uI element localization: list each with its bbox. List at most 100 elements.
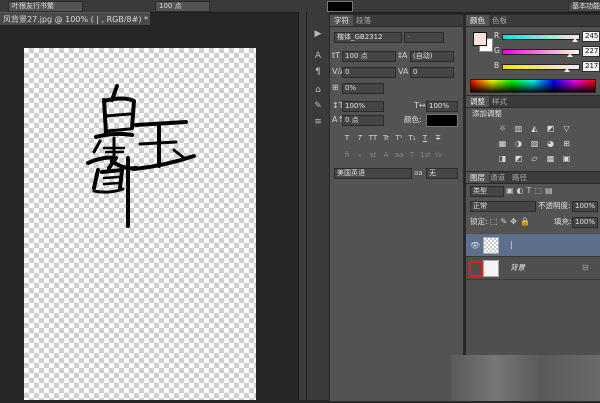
ligatures-button[interactable]: fi — [342, 150, 352, 160]
vertical-scale-field[interactable]: 100% — [342, 101, 384, 112]
small-caps-button[interactable]: Tr — [381, 133, 391, 143]
tab-swatches[interactable]: 色板 — [488, 15, 511, 26]
gradient-map-icon[interactable]: ▩ — [544, 153, 557, 164]
swash-button[interactable]: A — [381, 150, 391, 160]
tracking-icon: VA — [398, 67, 409, 76]
font-family-field[interactable]: 叶根友行书繁 — [8, 1, 83, 12]
hue-saturation-icon[interactable]: ▦ — [496, 138, 509, 149]
fractions-button[interactable]: ½ — [433, 150, 443, 160]
font-family-select[interactable]: 楷体_GB2312 — [334, 32, 402, 43]
threshold-icon[interactable]: ▱ — [528, 153, 541, 164]
color-balance-icon[interactable]: ◑ — [512, 138, 525, 149]
color-spectrum[interactable] — [470, 79, 596, 93]
tracking-field[interactable]: 0 — [410, 67, 454, 78]
horizontal-scale-field[interactable]: 100% — [426, 101, 458, 112]
selective-color-icon[interactable]: ▣ — [560, 153, 573, 164]
faux-italic-button[interactable]: T — [355, 133, 365, 143]
red-slider-thumb[interactable] — [571, 38, 578, 42]
layers-icon[interactable]: ≡ — [312, 116, 324, 128]
tsume-field[interactable]: 0% — [342, 83, 384, 94]
adjustments-panel-tabs: 调整 样式 — [466, 96, 600, 108]
text-style-buttons: T T TT Tr T¹ T₁ T T — [342, 133, 452, 144]
photo-filter-icon[interactable]: ◕ — [544, 138, 557, 149]
eye-icon[interactable]: 👁 — [470, 241, 480, 250]
history-icon[interactable]: ⌂ — [312, 84, 324, 96]
lock-options-icons[interactable]: ⬚✎✥🔒 — [490, 217, 533, 227]
text-color-swatch[interactable] — [327, 1, 353, 12]
lock-icon: ⊟ — [582, 263, 589, 272]
channel-mixer-icon[interactable]: ⊞ — [560, 138, 573, 149]
superscript-button[interactable]: T¹ — [394, 133, 404, 143]
paragraph-icon[interactable]: ¶ — [312, 66, 324, 78]
underline-button[interactable]: T — [420, 133, 430, 143]
layer-name[interactable]: 背景 — [510, 263, 525, 273]
text-icon[interactable]: A — [312, 50, 324, 62]
layer-filter-icons[interactable]: ▣◐T⬚▤ — [506, 186, 556, 196]
strikethrough-button[interactable]: T — [433, 133, 443, 143]
invert-icon[interactable]: ◨ — [496, 153, 509, 164]
green-label: G — [494, 46, 500, 55]
tab-paths[interactable]: 路径 — [508, 172, 531, 183]
canvas[interactable] — [24, 48, 256, 400]
play-icon[interactable]: ▶ — [312, 28, 324, 40]
tab-color[interactable]: 颜色 — [466, 15, 489, 26]
brush-icon[interactable]: ✎ — [312, 100, 324, 112]
curves-icon[interactable]: ◭ — [528, 123, 541, 134]
text-color-swatch[interactable] — [426, 114, 458, 127]
tab-styles[interactable]: 样式 — [488, 96, 511, 107]
levels-icon[interactable]: ▥ — [512, 123, 525, 134]
layers-list: 👁 | 背景 ⊟ — [451, 233, 600, 401]
exposure-icon[interactable]: ◩ — [544, 123, 557, 134]
blend-mode-select[interactable]: 正常 — [470, 201, 536, 212]
blue-value[interactable]: 217 — [582, 61, 600, 72]
layers-panel-tabs: 图层 通道 路径 — [466, 172, 600, 184]
tab-character[interactable]: 字符 — [330, 15, 353, 26]
brightness-contrast-icon[interactable]: ☼ — [496, 123, 509, 134]
titling-alternates-button[interactable]: T — [407, 150, 417, 160]
contextual-alternates-button[interactable]: ℴ — [355, 150, 365, 160]
antialias-icon: aa — [414, 169, 423, 177]
panel-footer-blur — [451, 355, 600, 401]
baseline-shift-field[interactable]: 0 点 — [342, 115, 384, 126]
tab-adjustments[interactable]: 调整 — [466, 96, 489, 107]
font-size-field[interactable]: 100 点 — [155, 1, 210, 12]
vibrance-icon[interactable]: ▽ — [560, 123, 573, 134]
all-caps-button[interactable]: TT — [368, 133, 378, 143]
workspace-button[interactable]: 基本功能 — [568, 1, 600, 12]
tab-paragraph[interactable]: 段落 — [352, 15, 375, 26]
layer-name[interactable]: | — [510, 240, 513, 250]
faux-bold-button[interactable]: T — [342, 133, 352, 143]
fill-label: 填充: — [554, 217, 572, 226]
fill-field[interactable]: 100% — [572, 217, 598, 228]
color-panel: 颜色 色板 R 245 G 227 B 217 — [465, 14, 600, 96]
character-panel-tabs: 字符 段落 — [330, 15, 463, 27]
antialias-select[interactable]: 无 — [426, 168, 458, 179]
ordinals-button[interactable]: 1st — [420, 150, 431, 160]
red-slider[interactable] — [502, 34, 580, 40]
red-value[interactable]: 245 — [582, 31, 600, 42]
language-select[interactable]: 美国英语 — [334, 168, 412, 179]
black-white-icon[interactable]: ▨ — [528, 138, 541, 149]
kerning-field[interactable]: 0 — [342, 67, 396, 78]
document-tab[interactable]: 风背景27.jpg @ 100% ( | , RGB/8#) * — [0, 12, 150, 26]
font-style-select[interactable]: - — [404, 32, 444, 43]
stylistic-alternates-button[interactable]: aa — [394, 150, 404, 160]
subscript-button[interactable]: T₁ — [407, 133, 417, 143]
tab-channels[interactable]: 通道 — [486, 172, 509, 183]
visibility-toggle-highlight[interactable] — [469, 261, 483, 277]
foreground-color-swatch[interactable] — [473, 32, 487, 46]
posterize-icon[interactable]: ◩ — [512, 153, 525, 164]
horizontal-scale-icon: T↔ — [414, 101, 426, 110]
green-value[interactable]: 227 — [582, 46, 600, 57]
layer-row-text[interactable]: 👁 | — [466, 234, 600, 257]
color-label: 颜色: — [404, 115, 422, 124]
blue-slider-thumb[interactable] — [563, 68, 570, 72]
leading-field[interactable]: (自动) — [410, 51, 454, 62]
font-size-icon: tT — [332, 51, 341, 60]
discretionary-ligatures-button[interactable]: st — [368, 150, 378, 160]
layer-row-background[interactable]: 背景 ⊟ — [466, 257, 600, 280]
green-slider-thumb[interactable] — [566, 53, 573, 57]
layer-filter-select[interactable]: 类型 — [470, 186, 504, 197]
font-size-field[interactable]: 100 点 — [342, 51, 396, 62]
opacity-field[interactable]: 100% — [572, 201, 598, 212]
